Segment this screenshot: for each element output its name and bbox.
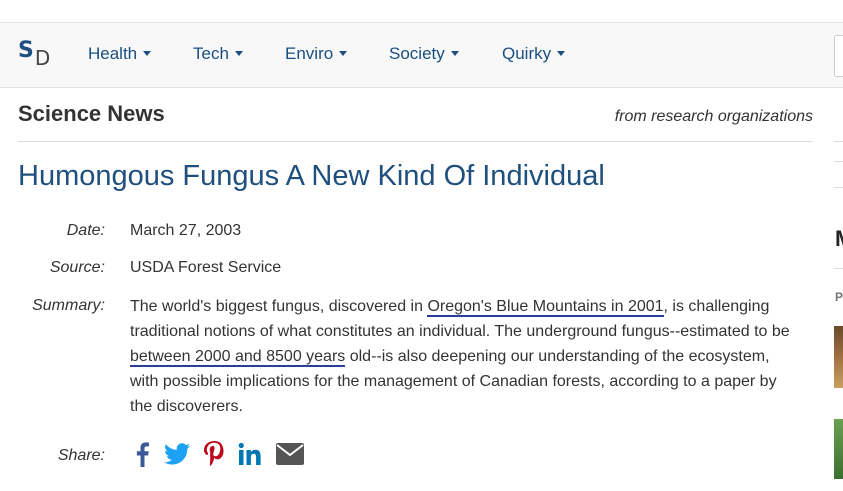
underlined-annotation: Oregon's Blue Mountains in 2001: [427, 298, 664, 317]
sidebar-thumbnail[interactable]: [834, 419, 843, 479]
divider: [834, 161, 843, 162]
article-date: March 27, 2003: [130, 222, 242, 239]
divider: [834, 187, 843, 188]
right-sidebar: M P: [834, 88, 843, 491]
section-subheading: from research organizations: [614, 108, 813, 125]
underlined-annotation: between 2000 and 8500 years: [130, 348, 346, 367]
section-heading: Science News: [18, 101, 165, 126]
chevron-down-icon: [143, 51, 152, 57]
pinterest-icon[interactable]: [204, 440, 224, 472]
divider: [18, 141, 813, 142]
nav-society[interactable]: Society: [389, 44, 459, 64]
linkedin-icon[interactable]: [238, 442, 262, 471]
divider: [834, 268, 843, 269]
email-icon[interactable]: [276, 442, 304, 470]
chevron-down-icon: [450, 51, 459, 57]
search-input[interactable]: [834, 35, 843, 77]
chevron-down-icon: [557, 51, 566, 57]
top-navbar: SD Health Tech Enviro Society Quirky: [0, 22, 843, 88]
divider: [834, 141, 843, 142]
source-label: Source:: [49, 259, 105, 276]
nav-tech[interactable]: Tech: [193, 44, 243, 64]
share-icons: [134, 440, 304, 472]
twitter-icon[interactable]: [164, 442, 190, 470]
article-summary: The world's biggest fungus, discovered i…: [130, 298, 790, 415]
top-strip: [0, 0, 843, 22]
nav-quirky[interactable]: Quirky: [502, 44, 566, 64]
article-title: Humongous Fungus A New Kind Of Individua…: [18, 160, 605, 192]
article-source: USDA Forest Service: [130, 259, 282, 276]
chevron-down-icon: [234, 51, 243, 57]
share-label: Share:: [57, 447, 105, 464]
chevron-down-icon: [339, 51, 348, 57]
sidebar-subheading: P: [835, 290, 843, 304]
sidebar-thumbnail[interactable]: [834, 326, 843, 388]
nav-enviro[interactable]: Enviro: [285, 44, 348, 64]
sidebar-heading: M: [835, 226, 843, 252]
date-label: Date:: [66, 222, 105, 239]
facebook-icon[interactable]: [134, 441, 150, 472]
summary-label: Summary:: [32, 297, 105, 314]
nav-health[interactable]: Health: [88, 44, 152, 64]
site-logo[interactable]: SD: [18, 39, 50, 70]
